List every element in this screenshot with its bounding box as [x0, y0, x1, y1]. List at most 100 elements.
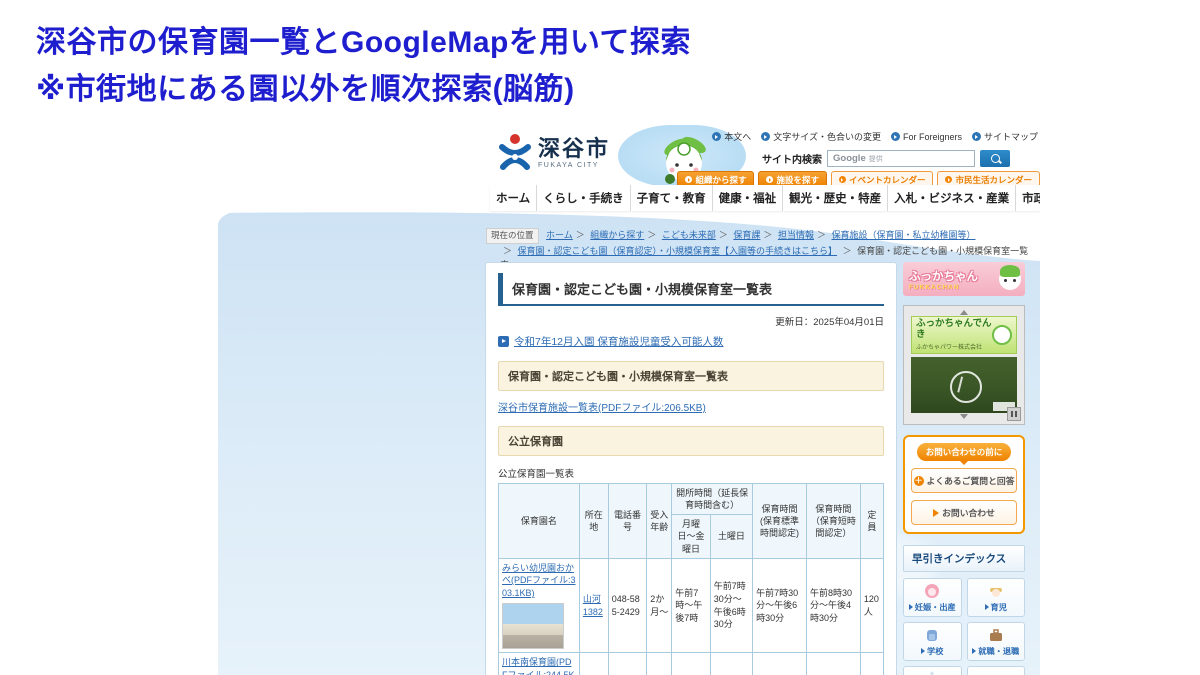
crumb-tetsuzuki[interactable]: 保育園・認定こども園（保育認定）・小規模保育室【入園等の手続きはこちら】 — [518, 246, 838, 256]
cell-weekday: 午前7時〜午後7時 — [672, 558, 711, 653]
arrow-icon — [498, 336, 509, 347]
crumb-tanto[interactable]: 担当情報 — [778, 230, 814, 240]
col-saturday: 土曜日 — [710, 515, 752, 558]
search-button[interactable] — [980, 150, 1010, 167]
arrow-bullet-icon — [712, 132, 721, 141]
site-name-en: FUKAYA CITY — [538, 162, 610, 169]
arrow-bullet-icon — [685, 176, 692, 183]
slide-title-line1: 深谷市の保育園一覧とGoogleMapを用いて探索 — [36, 20, 691, 67]
col-age: 受入年齢 — [647, 484, 672, 559]
nav-nyusatsu[interactable]: 入札・ビジネス・産業 — [887, 185, 1015, 211]
site-logo[interactable]: 深谷市 FUKAYA CITY — [498, 133, 610, 173]
table-header-row: 保育園名 所在地 電話番号 受入年齢 開所時間（延長保育時間含む） 保育時間(保… — [499, 484, 884, 515]
website-screenshot: 深谷市 FUKAYA CITY — [218, 125, 1040, 675]
school-photo — [502, 603, 564, 649]
google-provided-label: 提供 — [869, 154, 883, 164]
truck-icon — [986, 671, 1006, 675]
fukkachan-face-icon — [999, 268, 1021, 290]
banner-carousel: ふっかちゃんでんき ふかちゃパワー株式会社 — [903, 305, 1025, 425]
cell-tel: 048-585-2429 — [608, 558, 647, 653]
arrow-bullet-icon — [761, 132, 770, 141]
cell-short: 午前8時30分〜午後4時30分 — [806, 558, 860, 653]
pregnancy-icon — [922, 583, 942, 599]
nav-kanko[interactable]: 観光・歴史・特産 — [782, 185, 887, 211]
site-search: サイト内検索 Google 提供 — [762, 150, 1010, 167]
link-sitemap[interactable]: サイトマップ — [972, 130, 1038, 143]
plus-icon: ＋ — [914, 476, 924, 486]
col-short: 保育時間（保育短時間認定） — [806, 484, 860, 559]
index-item-school[interactable]: 学校 — [903, 622, 962, 661]
cell-capacity: 120人 — [860, 558, 883, 653]
fukkachan-denki-banner[interactable]: ふっかちゃんでんき ふかちゃパワー株式会社 — [911, 316, 1017, 354]
pdf-link-row: 深谷市保育施設一覧表(PDFファイル:206.5KB) — [498, 399, 884, 414]
crumb-hoikuka[interactable]: 保育課 — [733, 230, 760, 240]
crumb-home[interactable]: ホーム — [546, 230, 573, 240]
inquiry-button[interactable]: お問い合わせ — [911, 500, 1017, 525]
vacancy-info-link[interactable]: 令和7年12月入園 保育施設児童受入可能人数 — [514, 334, 723, 349]
contact-box: お問い合わせの前に ＋ よくあるご質問と回答 お問い合わせ — [903, 435, 1025, 534]
link-for-foreigners[interactable]: For Foreigners — [891, 132, 962, 142]
table-row: みらい幼児園おかべ(PDFファイル:303.1KB) 山河1382 048-58… — [499, 558, 884, 653]
index-item-employment[interactable]: 就職・退職 — [967, 622, 1026, 661]
crumb-org[interactable]: 組織から探す — [590, 230, 644, 240]
crumb-kodomo[interactable]: こども未来部 — [662, 230, 716, 240]
arrow-bullet-icon — [945, 176, 952, 183]
col-name: 保育園名 — [499, 484, 580, 559]
negi-field-banner[interactable] — [911, 357, 1017, 413]
carousel-prev-icon[interactable] — [960, 310, 968, 315]
faq-button[interactable]: ＋ よくあるご質問と回答 — [911, 468, 1017, 493]
cell-address: 山河1382 — [579, 558, 608, 653]
col-hours-group: 開所時間（延長保育時間含む） — [672, 484, 753, 515]
arrow-bullet-icon — [972, 132, 981, 141]
sidebar: ふっかちゃん FUKKACHAN ふっかちゃんでんき ふかちゃパワー株式会社 — [903, 262, 1025, 675]
index-item-moving[interactable]: 引っ越し — [967, 666, 1026, 675]
fukkachan-mini-icon — [992, 325, 1012, 345]
index-item-childcare[interactable]: 育児 — [967, 578, 1026, 617]
arrow-bullet-icon — [766, 176, 773, 183]
section-heading-public: 公立保育園 — [498, 426, 884, 456]
nav-kosodate[interactable]: 子育て・教育 — [630, 185, 712, 211]
fukaya-logo-mark — [498, 133, 532, 173]
table-caption: 公立保育園一覧表 — [498, 466, 884, 480]
arrow-bullet-icon — [891, 132, 900, 141]
section-heading-list: 保育園・認定こども園・小規模保育室一覧表 — [498, 361, 884, 391]
col-capacity: 定員 — [860, 484, 883, 559]
nursery-pdf-link[interactable]: 川本南保育園(PDFファイル:244.5KB) — [502, 657, 575, 675]
fukkachan-banner-text: ふっかちゃん — [909, 268, 978, 284]
nursery-table: 保育園名 所在地 電話番号 受入年齢 開所時間（延長保育時間含む） 保育時間(保… — [498, 483, 884, 675]
cell-standard: 午前7時30分〜午後6時30分 — [753, 653, 807, 675]
site-name: 深谷市 — [538, 138, 610, 160]
crumb-shisetsu[interactable]: 保育施設（保育園・私立幼稚園等） — [831, 230, 975, 240]
denki-banner-company: ふかちゃパワー株式会社 — [916, 342, 992, 351]
pause-button[interactable] — [1007, 407, 1021, 421]
nav-kurashi[interactable]: くらし・手続き — [536, 185, 630, 211]
nursery-pdf-link[interactable]: みらい幼児園おかべ(PDFファイル:303.1KB) — [502, 563, 576, 598]
index-item-marriage[interactable]: 結婚・離婚 — [903, 666, 962, 675]
cell-capacity: 90人 — [860, 653, 883, 675]
facility-list-pdf-link[interactable]: 深谷市保育施設一覧表(PDFファイル:206.5KB) — [498, 403, 706, 414]
link-to-content[interactable]: 本文へ — [712, 130, 751, 143]
search-label: サイト内検索 — [762, 151, 822, 166]
cell-age: 2か月〜 — [647, 653, 672, 675]
address-link[interactable]: 山河1382 — [583, 594, 603, 617]
carousel-next-icon[interactable] — [960, 414, 968, 419]
index-item-pregnancy[interactable]: 妊娠・出産 — [903, 578, 962, 617]
arrow-bullet-icon — [839, 176, 846, 183]
nav-shisei[interactable]: 市政情報 — [1015, 185, 1040, 211]
nav-home[interactable]: ホーム — [490, 185, 536, 211]
fukkachan-banner[interactable]: ふっかちゃん FUKKACHAN — [903, 262, 1025, 296]
denki-banner-title: ふっかちゃんでんき — [916, 319, 992, 341]
cell-name: みらい幼児園おかべ(PDFファイル:303.1KB) — [499, 558, 580, 653]
col-weekday: 月曜日〜金曜日 — [672, 515, 711, 558]
nav-kenko[interactable]: 健康・福祉 — [712, 185, 783, 211]
search-input[interactable]: Google 提供 — [827, 150, 975, 167]
link-font-color-settings[interactable]: 文字サイズ・色合いの変更 — [761, 130, 881, 143]
page-title: 保育園・認定こども園・小規模保育室一覧表 — [498, 273, 884, 306]
global-nav: ホーム くらし・手続き 子育て・教育 健康・福祉 観光・歴史・特産 入札・ビジネ… — [490, 185, 1040, 211]
cell-age: 2か月〜 — [647, 558, 672, 653]
col-address: 所在地 — [579, 484, 608, 559]
arrow-icon — [933, 509, 939, 517]
col-standard: 保育時間(保育標準時間認定) — [753, 484, 807, 559]
updated-date: 更新日：2025年04月01日 — [498, 314, 884, 328]
table-row: 川本南保育園(PDFファイル:244.5KB) 本田4888 048-583-3… — [499, 653, 884, 675]
